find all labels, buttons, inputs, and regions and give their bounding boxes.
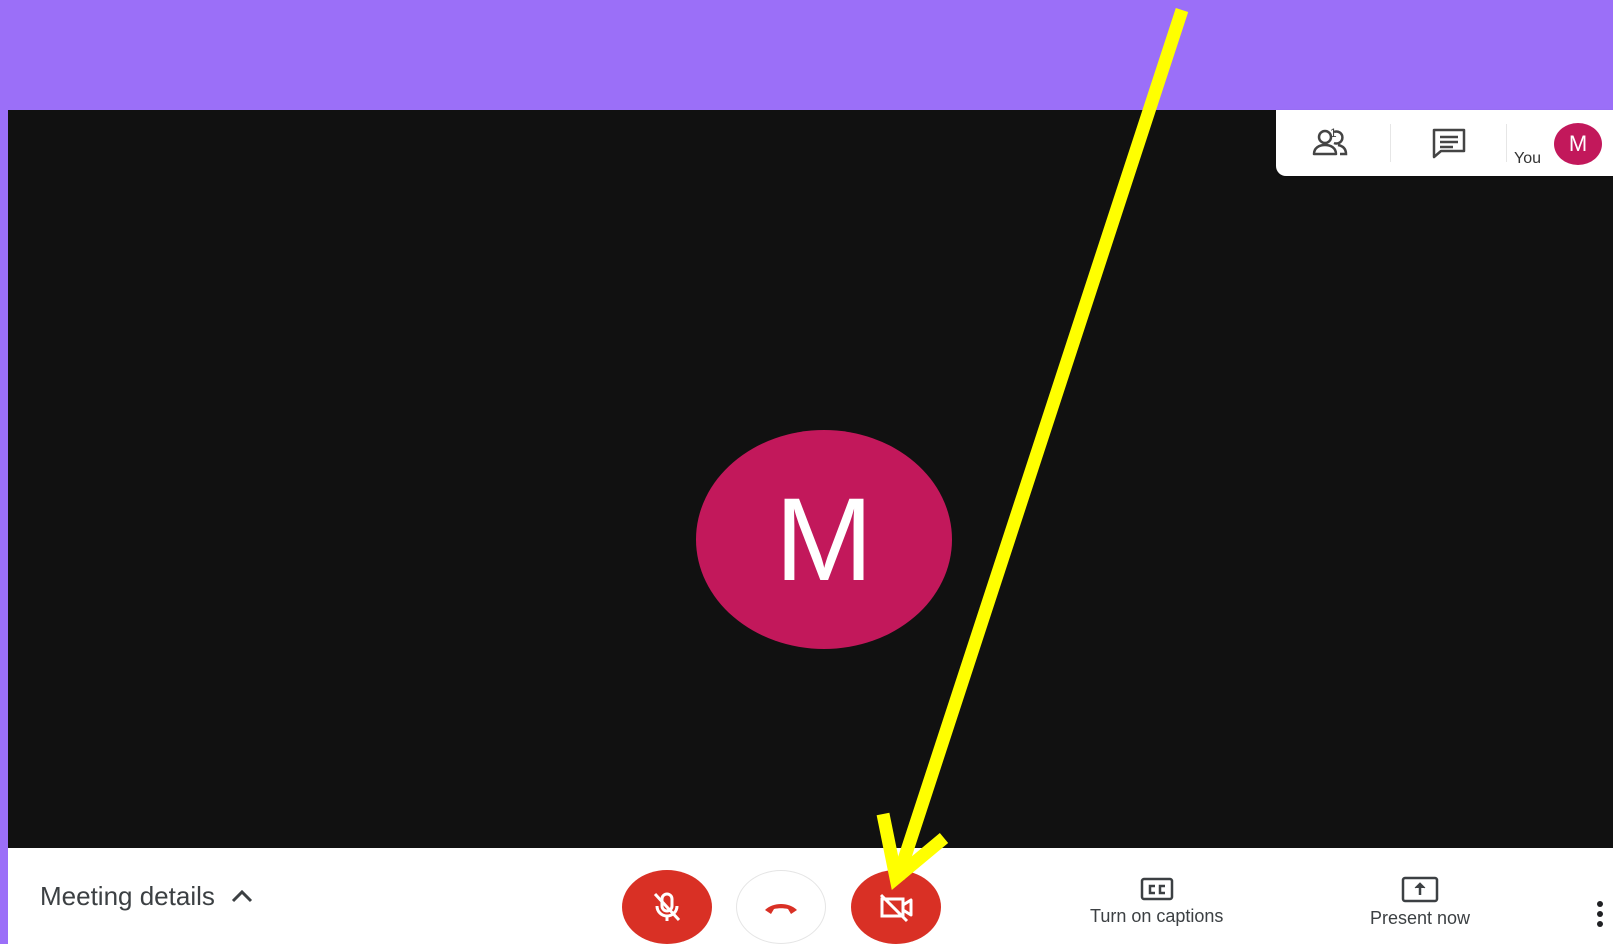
call-controls-bar: Meeting details Turn on captions Present… (8, 848, 1613, 944)
chat-button[interactable] (1394, 110, 1504, 176)
phone-hangup-icon (765, 904, 797, 914)
panel-divider (1390, 124, 1391, 162)
captions-button[interactable]: Turn on captions (1090, 876, 1223, 927)
more-vertical-icon (1597, 901, 1603, 927)
participants-count: 1 (1330, 126, 1337, 140)
meeting-top-panel: 1 You M (1276, 110, 1613, 176)
panel-divider (1506, 124, 1507, 162)
mic-off-icon (653, 892, 681, 922)
present-now-button[interactable]: Present now (1370, 876, 1470, 929)
chevron-up-icon (231, 889, 252, 903)
captions-label: Turn on captions (1090, 906, 1224, 926)
microphone-toggle-button[interactable] (622, 870, 712, 944)
self-avatar[interactable]: M (1554, 123, 1602, 165)
more-options-button[interactable] (1590, 897, 1610, 931)
leave-call-button[interactable] (736, 870, 826, 944)
participants-button[interactable]: 1 (1276, 110, 1386, 176)
present-screen-icon (1401, 876, 1439, 903)
participant-avatar: M (696, 430, 952, 649)
you-label: You (1514, 150, 1541, 167)
present-label: Present now (1370, 908, 1471, 928)
camera-off-icon (879, 893, 913, 923)
meeting-details-button[interactable]: Meeting details (40, 848, 253, 944)
closed-captions-icon (1140, 877, 1173, 901)
camera-toggle-button[interactable] (851, 870, 941, 944)
meeting-details-label: Meeting details (40, 880, 215, 911)
chat-icon (1432, 128, 1466, 159)
